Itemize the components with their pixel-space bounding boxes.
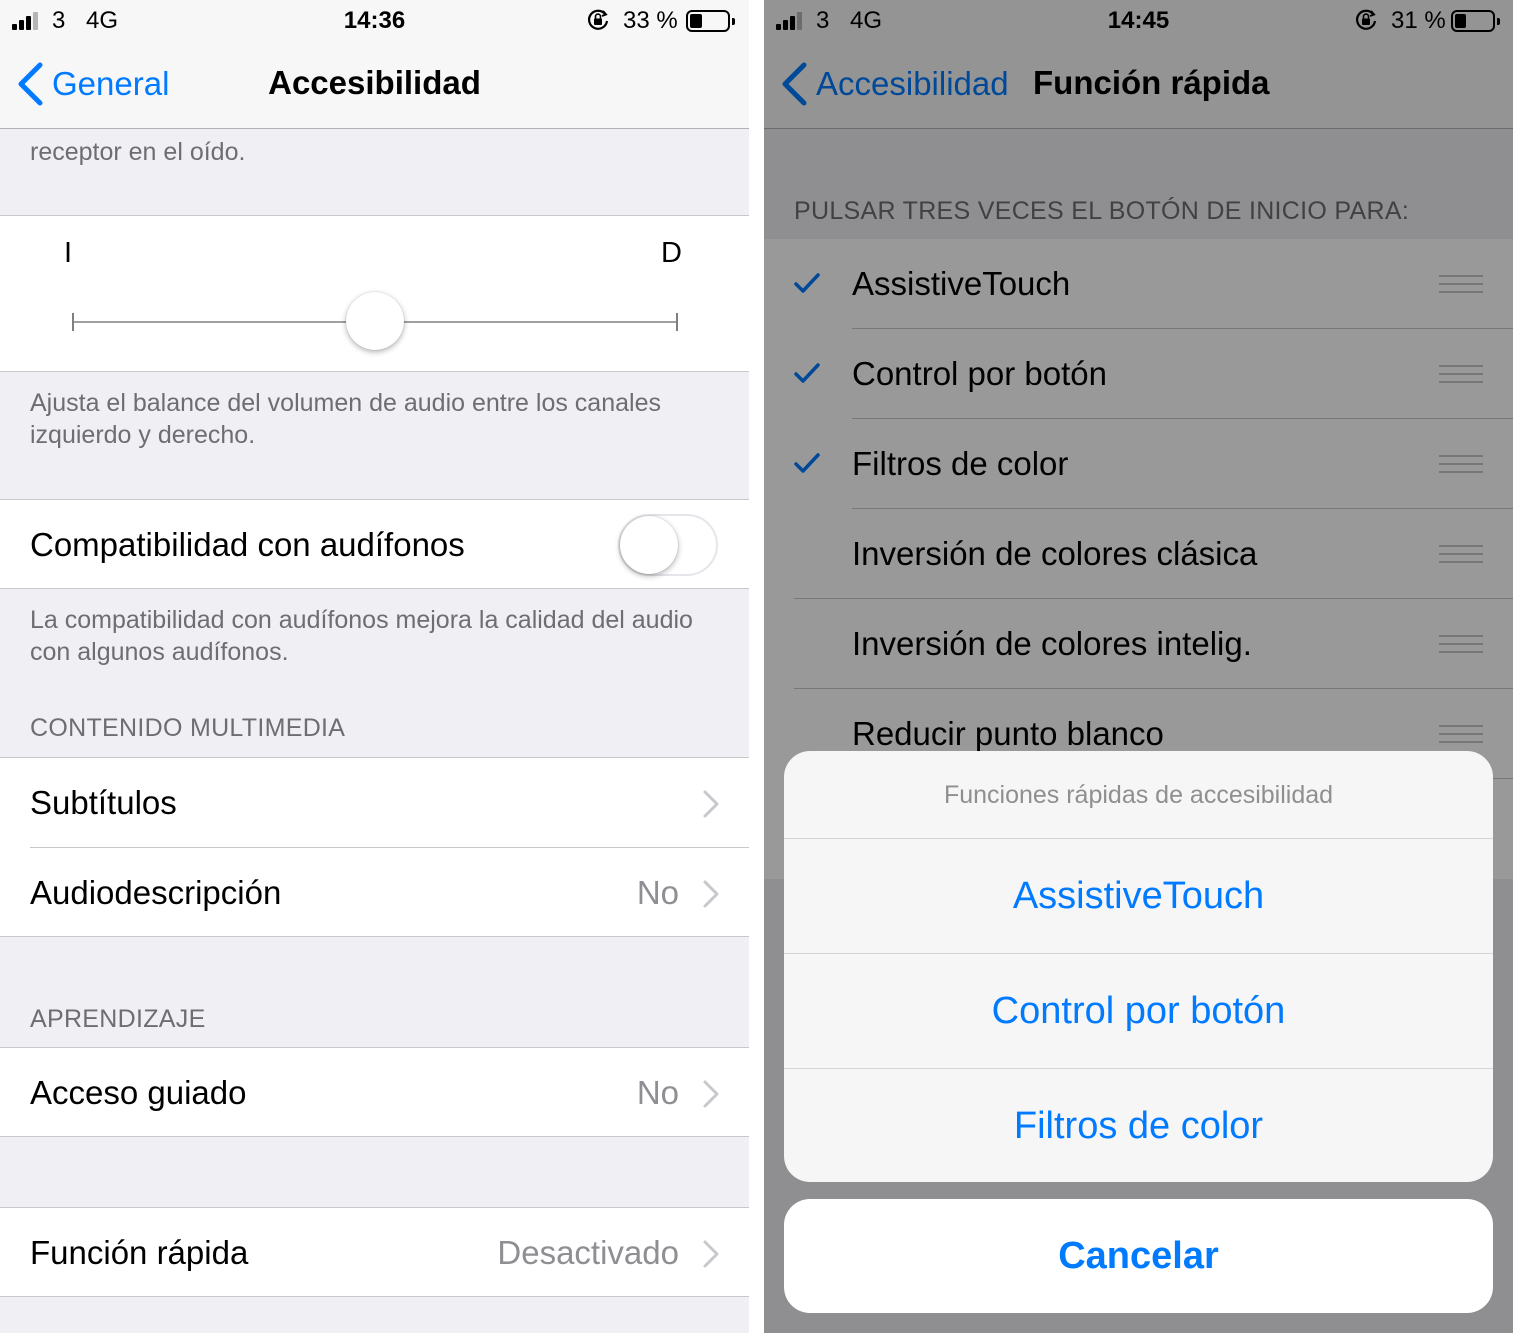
battery-percentage: 33 % — [623, 7, 678, 34]
media-section-header: CONTENIDO MULTIMEDIA — [30, 714, 346, 742]
hearing-aid-label: Compatibilidad con audífonos — [30, 526, 465, 563]
shortcut-action-sheet: Funciones rápidas de accesibilidad Assis… — [784, 751, 1493, 1182]
row-value: Desactivado — [497, 1234, 679, 1271]
balance-slider-max-tick — [676, 313, 678, 331]
learning-group: Acceso guiado No — [0, 1047, 749, 1137]
chevron-right-icon — [703, 1240, 719, 1268]
balance-slider-min-tick — [72, 313, 74, 331]
row-label: Subtítulos — [30, 784, 177, 821]
page-title: Accesibilidad — [268, 64, 481, 101]
navigation-bar: General Accesibilidad — [0, 40, 749, 129]
hearing-aid-footer: La compatibilidad con audífonos mejora l… — [30, 606, 693, 666]
row-value: No — [636, 1074, 679, 1111]
orientation-lock-icon — [587, 9, 609, 30]
balance-right-label: D — [661, 237, 682, 269]
earpiece-footer: receptor en el oído. — [30, 138, 246, 166]
guided-access-row[interactable]: Acceso guiado No — [0, 1048, 749, 1138]
toggle-knob — [620, 516, 678, 574]
row-value: No — [636, 874, 679, 911]
learning-section-header: APRENDIZAJE — [30, 1005, 206, 1033]
battery-icon — [686, 10, 735, 32]
hearing-aid-cell: Compatibilidad con audífonos — [0, 499, 749, 589]
balance-slider-thumb[interactable] — [346, 292, 404, 350]
shortcut-group: Función rápida Desactivado — [0, 1207, 749, 1297]
audio-description-row[interactable]: Audiodescripción No — [0, 848, 749, 938]
action-color-filters[interactable]: Filtros de color — [784, 1069, 1493, 1182]
balance-footer: Ajusta el balance del volumen de audio e… — [30, 389, 661, 449]
shortcut-screen: PULSAR TRES VECES EL BOTÓN DE INICIO PAR… — [764, 0, 1513, 1333]
chevron-right-icon — [703, 880, 719, 908]
status-bar: 3 4G 14:36 33 % — [0, 0, 749, 40]
media-group: Subtítulos Audiodescripción No — [0, 757, 749, 937]
chevron-right-icon — [703, 1080, 719, 1108]
row-label: Audiodescripción — [30, 874, 282, 911]
row-label: Función rápida — [30, 1234, 249, 1271]
action-sheet-title: Funciones rápidas de accesibilidad — [784, 751, 1493, 839]
row-label: Acceso guiado — [30, 1074, 247, 1111]
hearing-aid-row: Compatibilidad con audífonos — [0, 500, 749, 590]
cancel-button[interactable]: Cancelar — [784, 1199, 1493, 1313]
balance-left-label: I — [64, 237, 73, 269]
subtitles-row[interactable]: Subtítulos — [0, 758, 749, 848]
action-assistivetouch[interactable]: AssistiveTouch — [784, 839, 1493, 954]
hearing-aid-toggle[interactable] — [618, 514, 718, 576]
action-switch-control[interactable]: Control por botón — [784, 954, 1493, 1069]
accessibility-screen: receptor en el oído. I D Ajusta el balan… — [0, 0, 749, 1333]
accessibility-shortcut-row[interactable]: Función rápida Desactivado — [0, 1208, 749, 1298]
chevron-right-icon — [703, 790, 719, 818]
